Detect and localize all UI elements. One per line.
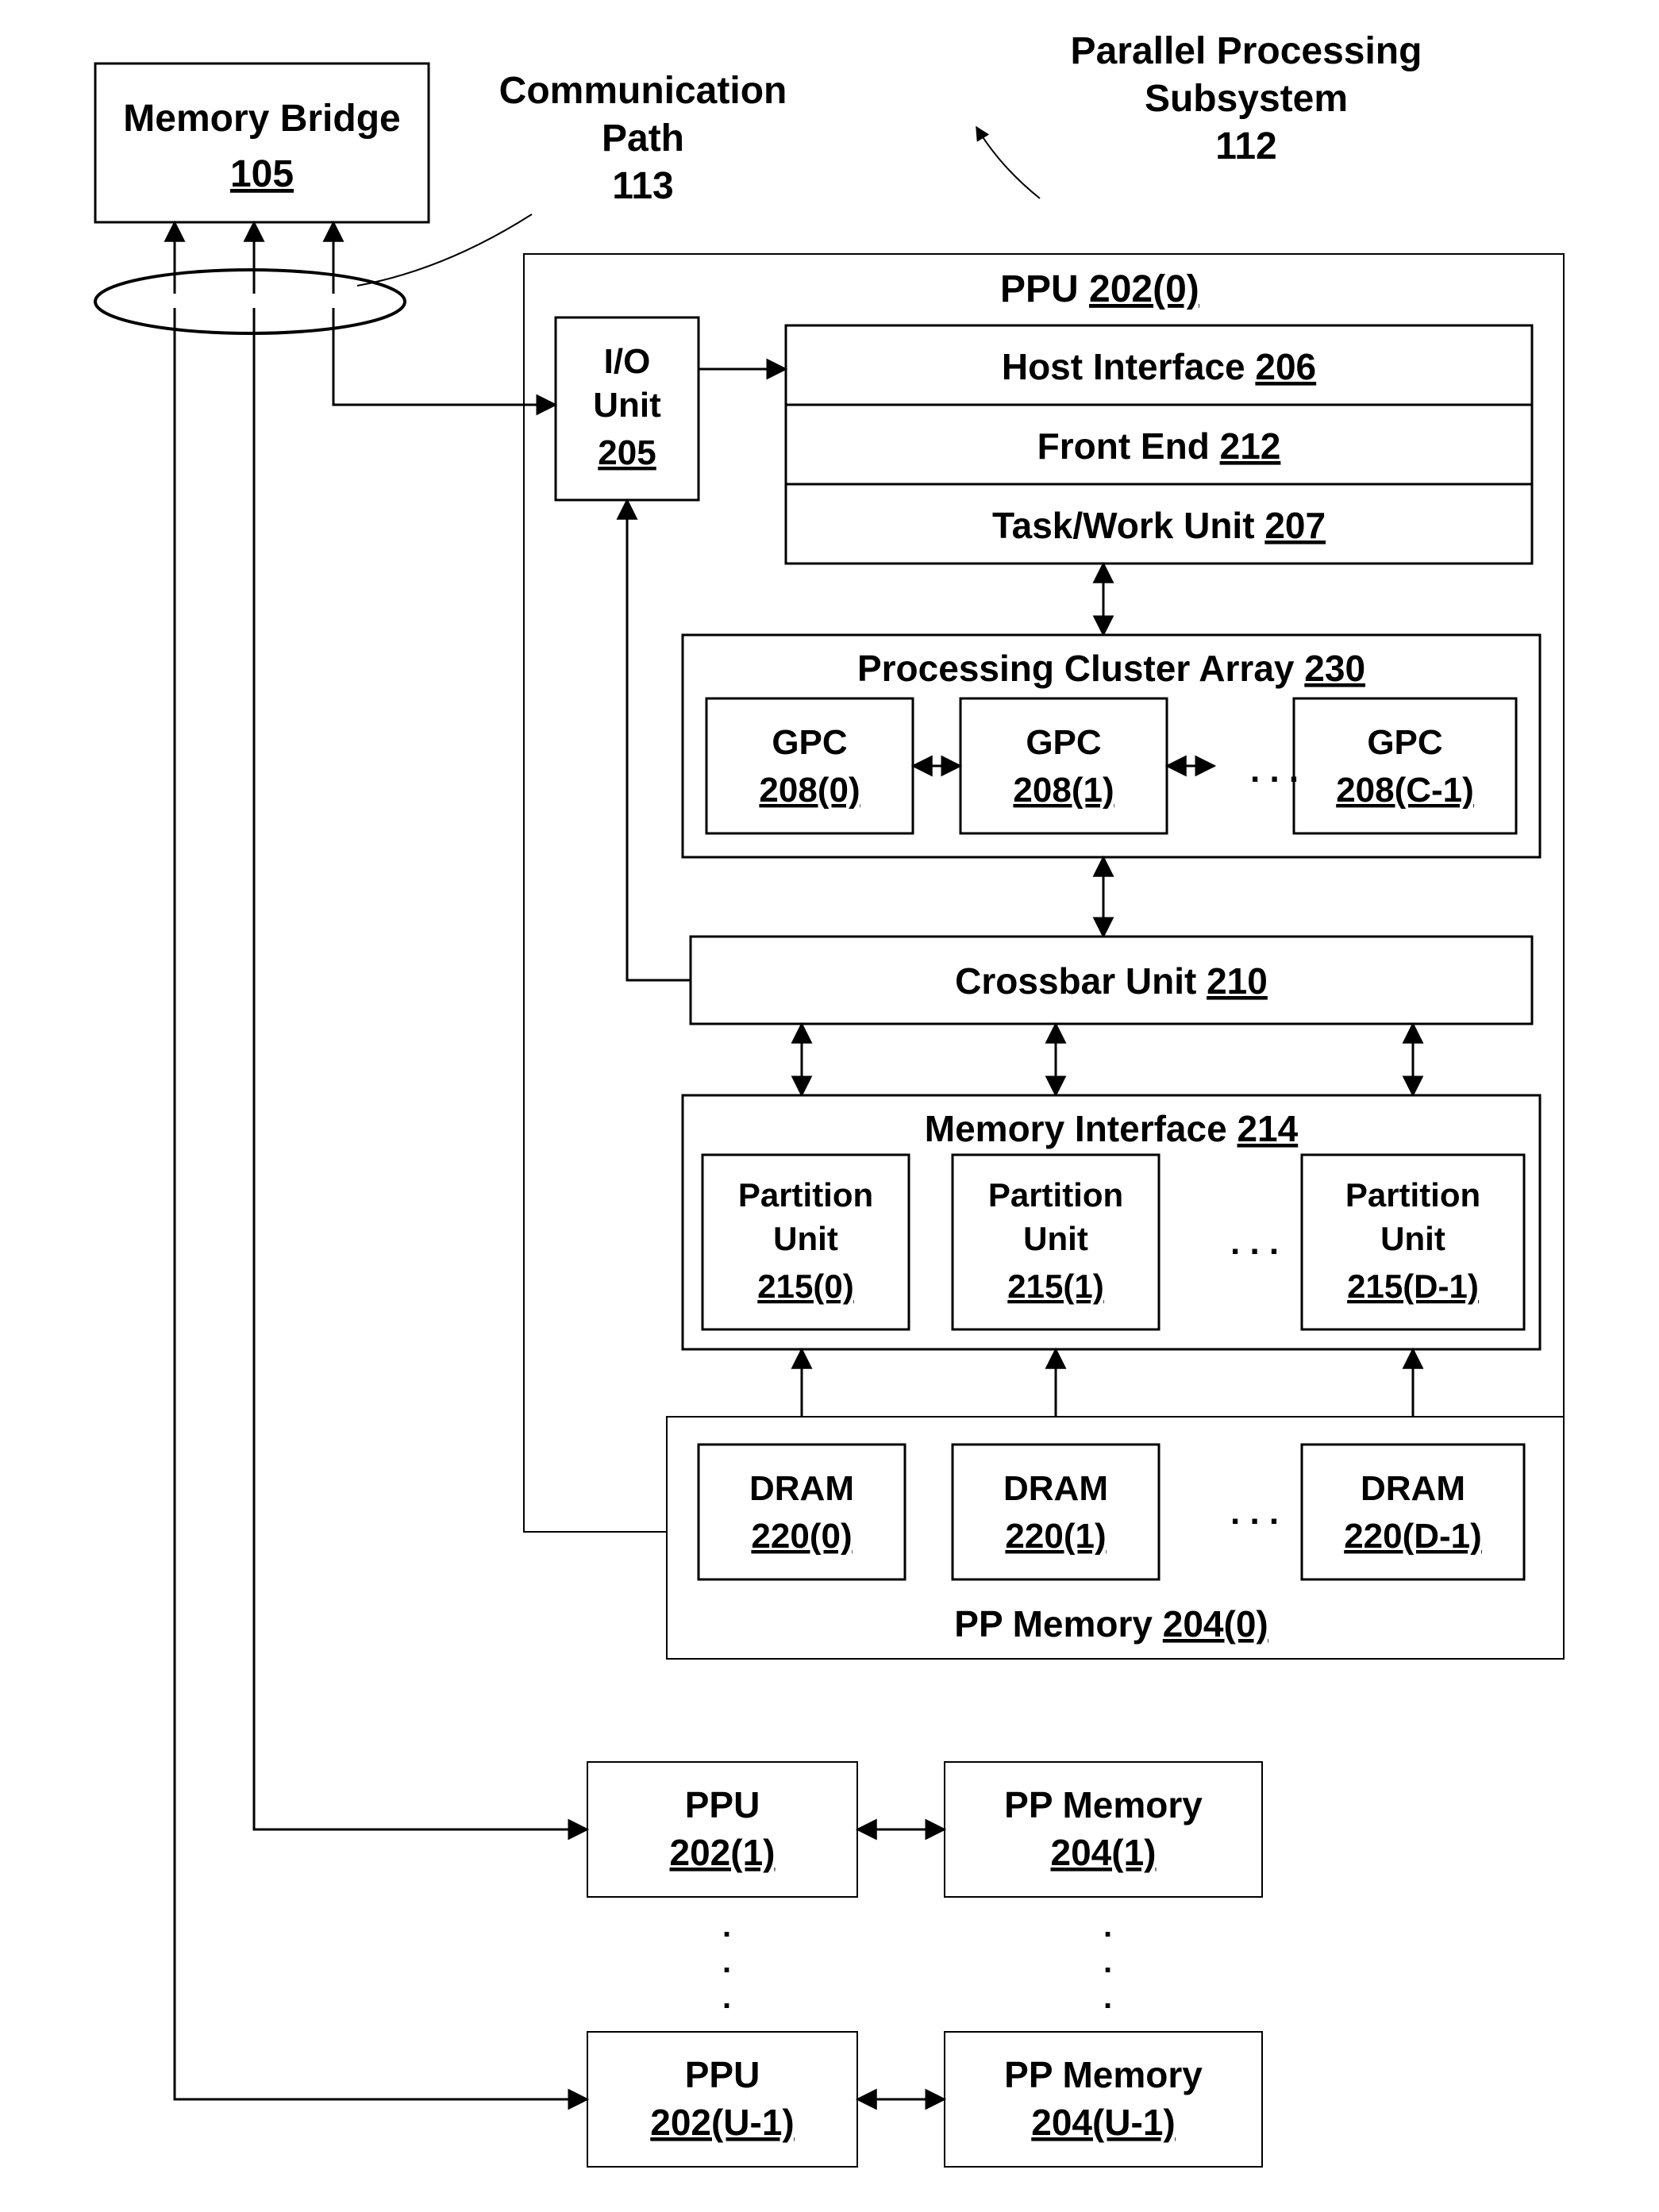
- task-work-block: Task/Work Unit 207: [786, 484, 1532, 564]
- svg-text:GPC: GPC: [772, 723, 847, 762]
- ppu-1: PPU 202(1): [587, 1762, 857, 1897]
- svg-text:205: 205: [598, 433, 656, 472]
- dram-0: DRAM 220(0): [699, 1445, 905, 1579]
- svg-text:Unit: Unit: [773, 1220, 838, 1257]
- pca-title: Processing Cluster Array 230: [857, 648, 1365, 689]
- svg-text:208(C-1): 208(C-1): [1336, 771, 1474, 810]
- svg-text:.: .: [1103, 1909, 1112, 1944]
- svg-text:.: .: [722, 1909, 731, 1944]
- ppu0-title: PPU 202(0): [1000, 268, 1199, 310]
- pps-label: Parallel Processing Subsystem 112: [976, 30, 1422, 198]
- svg-text:Unit: Unit: [593, 386, 661, 425]
- svg-text:202(1): 202(1): [670, 1832, 776, 1873]
- svg-text:208(0): 208(0): [759, 771, 860, 810]
- ppu-vdots: ... ...: [722, 1909, 1112, 2015]
- svg-text:PPU: PPU: [685, 2054, 760, 2095]
- svg-text:Task/Work Unit 207: Task/Work Unit 207: [992, 505, 1326, 546]
- mif-title: Memory Interface 214: [925, 1108, 1299, 1149]
- svg-text:202(U-1): 202(U-1): [650, 2102, 795, 2143]
- gpc-dots: . . .: [1250, 751, 1299, 790]
- svg-text:.: .: [722, 1945, 731, 1979]
- comm-path-label: Communication Path 113: [499, 70, 787, 207]
- partition-d1: Partition Unit 215(D-1): [1302, 1155, 1524, 1329]
- svg-text:PPU: PPU: [685, 1784, 760, 1825]
- gpc-c1: GPC 208(C-1): [1294, 698, 1516, 833]
- svg-text:Crossbar Unit 210: Crossbar Unit 210: [955, 960, 1268, 1002]
- gpc-1: GPC 208(1): [960, 698, 1167, 833]
- bus-ellipse: [95, 270, 405, 333]
- dram-1: DRAM 220(1): [953, 1445, 1159, 1579]
- svg-text:Partition: Partition: [988, 1176, 1123, 1214]
- svg-text:220(D-1): 220(D-1): [1344, 1517, 1482, 1556]
- svg-text:PP Memory: PP Memory: [1004, 2054, 1203, 2095]
- svg-text:215(1): 215(1): [1007, 1268, 1103, 1305]
- pu-dots: . . .: [1230, 1223, 1279, 1262]
- svg-text:220(0): 220(0): [751, 1517, 852, 1556]
- io-unit-block: I/O Unit 205: [556, 317, 699, 500]
- ppmem0-title: PP Memory 204(0): [954, 1603, 1268, 1645]
- svg-text:DRAM: DRAM: [1361, 1469, 1465, 1508]
- svg-text:113: 113: [612, 165, 673, 207]
- ppmem-u1: PP Memory 204(U-1): [945, 2032, 1262, 2167]
- svg-text:GPC: GPC: [1367, 723, 1442, 762]
- dram-d1: DRAM 220(D-1): [1302, 1445, 1524, 1579]
- gpc-0: GPC 208(0): [706, 698, 913, 833]
- svg-text:Communication: Communication: [499, 70, 787, 112]
- ppmem-1: PP Memory 204(1): [945, 1762, 1262, 1897]
- memory-bridge-title: Memory Bridge: [123, 98, 400, 140]
- svg-text:Partition: Partition: [738, 1176, 873, 1214]
- svg-text:215(0): 215(0): [757, 1268, 853, 1305]
- partition-1: Partition Unit 215(1): [953, 1155, 1159, 1329]
- ppu-u1: PPU 202(U-1): [587, 2032, 857, 2167]
- svg-text:Partition: Partition: [1345, 1176, 1480, 1214]
- svg-text:PP Memory: PP Memory: [1004, 1784, 1203, 1825]
- svg-text:215(D-1): 215(D-1): [1347, 1268, 1479, 1305]
- svg-text:DRAM: DRAM: [1003, 1469, 1108, 1508]
- svg-text:.: .: [1103, 1980, 1112, 2015]
- svg-text:I/O: I/O: [604, 342, 651, 381]
- svg-text:208(1): 208(1): [1013, 771, 1114, 810]
- crossbar-block: Crossbar Unit 210: [691, 937, 1532, 1024]
- svg-text:204(U-1): 204(U-1): [1031, 2102, 1176, 2143]
- svg-text:Path: Path: [602, 117, 684, 160]
- memory-bridge-block: Memory Bridge 105: [95, 63, 429, 222]
- svg-text:.: .: [1103, 1945, 1112, 1979]
- svg-text:DRAM: DRAM: [749, 1469, 854, 1508]
- front-end-block: Front End 212: [786, 405, 1532, 484]
- svg-text:Host Interface 206: Host Interface 206: [1002, 346, 1316, 387]
- comm-path-leader: [357, 214, 532, 286]
- svg-text:Front End 212: Front End 212: [1037, 425, 1281, 467]
- svg-text:Parallel Processing: Parallel Processing: [1071, 30, 1422, 72]
- svg-text:Unit: Unit: [1380, 1220, 1445, 1257]
- svg-text:112: 112: [1215, 125, 1276, 167]
- svg-text:220(1): 220(1): [1005, 1517, 1106, 1556]
- svg-text:Unit: Unit: [1023, 1220, 1088, 1257]
- memory-bridge-num: 105: [230, 153, 294, 195]
- host-interface-block: Host Interface 206: [786, 325, 1532, 405]
- dram-dots: . . .: [1230, 1493, 1279, 1532]
- svg-text:204(1): 204(1): [1051, 1832, 1157, 1873]
- svg-text:.: .: [722, 1980, 731, 2015]
- partition-0: Partition Unit 215(0): [702, 1155, 909, 1329]
- svg-text:Subsystem: Subsystem: [1145, 78, 1348, 120]
- svg-text:GPC: GPC: [1026, 723, 1101, 762]
